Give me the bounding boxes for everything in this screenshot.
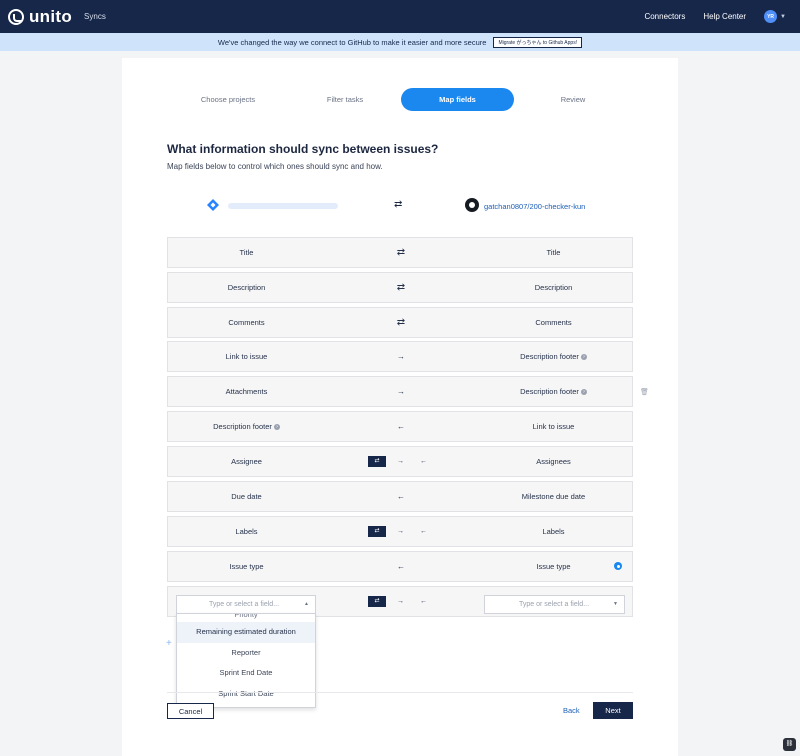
two-way-arrow-icon[interactable]: ⇄ <box>393 273 409 302</box>
migrate-button[interactable]: Migrate がっちゃん to Github Apps! <box>493 36 583 48</box>
left-arrow-icon[interactable]: ← <box>420 517 427 546</box>
swap-icon: ⇄ <box>394 199 403 210</box>
mapping-row: Comments ⇄ Comments <box>167 307 633 338</box>
mapping-row: Title ⇄ Title <box>167 237 633 268</box>
right-field: Milestone due date <box>521 492 586 501</box>
extension-icon[interactable]: ⛓ <box>783 738 796 751</box>
step-review[interactable]: Review <box>530 88 616 111</box>
footer-divider <box>167 692 633 693</box>
wizard-steps: Choose projects Filter tasks Map fields … <box>0 88 800 111</box>
add-mapping-icon[interactable]: + <box>166 638 172 649</box>
help-icon[interactable]: ? <box>580 354 587 361</box>
left-field: Issue type <box>229 562 264 571</box>
nav-help-center[interactable]: Help Center <box>703 12 746 21</box>
mapping-row: Issue type ← Issue type <box>167 551 633 582</box>
top-nav: Connectors Help Center YR ▼ <box>626 10 786 23</box>
unito-logo-icon <box>8 8 24 25</box>
mapping-row: Link to issue → Description footer? <box>167 341 633 372</box>
right-field: Description <box>534 283 573 292</box>
help-icon[interactable]: ? <box>273 424 280 431</box>
mapping-row: Assignee ⇄ → ← Assignees <box>167 446 633 477</box>
source-project-name <box>228 203 338 209</box>
right-field-label: Description footer <box>520 387 579 396</box>
migration-banner: We've changed the way we connect to GitH… <box>0 33 800 51</box>
left-field: Due date <box>231 492 262 501</box>
left-arrow-icon[interactable]: ← <box>420 587 427 616</box>
left-field: Attachments <box>225 387 268 396</box>
dropdown-option[interactable]: Remaining estimated duration <box>177 622 315 643</box>
right-arrow-icon[interactable]: → <box>397 587 404 616</box>
brand-name: unito <box>29 6 73 26</box>
mapping-row: Due date ← Milestone due date <box>167 481 633 512</box>
two-way-arrow-icon[interactable]: ⇄ <box>393 308 409 337</box>
two-way-arrow-icon[interactable]: ⇄ <box>393 238 409 267</box>
right-field-select[interactable]: Type or select a field... ▼ <box>484 595 625 614</box>
left-field: Description footer? <box>168 412 325 441</box>
right-arrow-icon[interactable]: → <box>397 517 404 546</box>
right-field: Issue type <box>536 562 571 571</box>
left-arrow-icon[interactable]: ← <box>420 447 427 476</box>
left-field-label: Description footer <box>213 422 272 431</box>
left-field: Link to issue <box>225 352 268 361</box>
chevron-down-icon[interactable]: ▼ <box>780 14 786 20</box>
chevron-down-icon: ▼ <box>613 601 618 607</box>
two-way-sync-button[interactable]: ⇄ <box>368 526 386 537</box>
section-title: Syncs <box>84 12 106 21</box>
target-repo-link[interactable]: gatchan0807/200-checker-kun <box>484 202 585 211</box>
top-bar: unito Syncs Connectors Help Center YR ▼ <box>0 0 800 33</box>
next-button[interactable]: Next <box>593 702 633 719</box>
page-title: What information should sync between iss… <box>167 142 439 156</box>
step-choose-projects[interactable]: Choose projects <box>185 88 271 111</box>
left-arrow-icon[interactable]: ← <box>393 552 409 581</box>
right-field: Comments <box>535 318 572 327</box>
help-icon[interactable]: ? <box>580 389 587 396</box>
two-way-sync-button[interactable]: ⇄ <box>368 456 386 467</box>
jira-icon <box>207 199 219 211</box>
left-field-select[interactable]: Type or select a field... ▲ <box>176 595 316 614</box>
right-select-placeholder: Type or select a field... <box>519 601 590 608</box>
dropdown-option[interactable]: Sprint Start Date <box>177 684 315 705</box>
left-field: Title <box>239 248 254 257</box>
cancel-button[interactable]: Cancel <box>167 703 214 719</box>
mapping-row: Description ⇄ Description <box>167 272 633 303</box>
dropdown-option[interactable]: Reporter <box>177 643 315 664</box>
left-select-placeholder: Type or select a field... <box>209 601 280 608</box>
back-button[interactable]: Back <box>563 706 580 715</box>
mapping-row: Description footer? ← Link to issue <box>167 411 633 442</box>
right-field: Description footer? <box>475 377 632 406</box>
dropdown-option[interactable]: Priority <box>177 614 315 622</box>
avatar[interactable]: YR <box>764 10 778 23</box>
step-filter-tasks[interactable]: Filter tasks <box>302 88 388 111</box>
left-field: Comments <box>228 318 265 327</box>
github-icon <box>465 198 479 212</box>
page-subtitle: Map fields below to control which ones s… <box>167 162 383 171</box>
trash-icon[interactable]: 🗑 <box>640 388 649 396</box>
chevron-up-icon: ▲ <box>304 601 309 607</box>
step-map-fields[interactable]: Map fields <box>401 88 514 111</box>
unito-logo[interactable]: unito <box>8 7 72 27</box>
right-field: Description footer? <box>475 342 632 371</box>
right-arrow-icon[interactable]: → <box>397 447 404 476</box>
field-dropdown: Priority Remaining estimated duration Re… <box>176 613 316 708</box>
right-field: Title <box>546 248 561 257</box>
left-field: Labels <box>235 527 258 536</box>
dropdown-option[interactable]: Sprint End Date <box>177 663 315 684</box>
left-arrow-icon[interactable]: ← <box>393 412 409 441</box>
right-field: Link to issue <box>532 422 575 431</box>
left-field: Description <box>227 283 266 292</box>
two-way-sync-button[interactable]: ⇄ <box>368 596 386 607</box>
right-field: Labels <box>542 527 565 536</box>
left-field: Assignee <box>231 457 262 466</box>
right-arrow-icon[interactable]: → <box>393 377 409 406</box>
right-field-label: Description footer <box>520 352 579 361</box>
nav-connectors[interactable]: Connectors <box>644 12 685 21</box>
right-arrow-icon[interactable]: → <box>393 342 409 371</box>
mapping-row: Labels ⇄ → ← Labels <box>167 516 633 547</box>
gear-icon[interactable] <box>614 562 622 570</box>
left-arrow-icon[interactable]: ← <box>393 482 409 511</box>
right-field: Assignees <box>536 457 571 466</box>
mapping-row: Attachments → Description footer? <box>167 376 633 407</box>
banner-message: We've changed the way we connect to GitH… <box>217 37 487 47</box>
